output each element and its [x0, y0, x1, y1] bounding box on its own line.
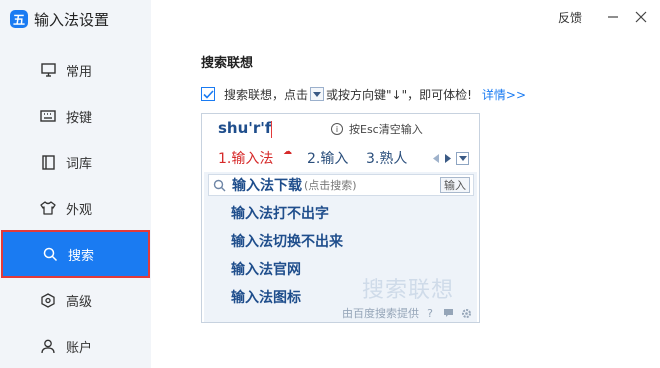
candidate-pager [430, 151, 469, 165]
monitor-icon [40, 62, 56, 78]
shirt-icon [40, 200, 56, 216]
expand-candidates-icon[interactable] [456, 151, 469, 165]
close-button[interactable] [632, 8, 650, 26]
section-title: 搜索联想 [201, 56, 254, 71]
minimize-icon [608, 16, 618, 18]
text-caret [271, 121, 272, 138]
composition-row: shu'r'f i 按Esc清空输入 [202, 114, 479, 144]
sidebar-item-search[interactable]: 搜索 [1, 230, 150, 278]
app-title: 输入法设置 [34, 10, 110, 29]
info-icon: i [331, 123, 343, 135]
title-bar: 反馈 [558, 0, 660, 34]
sidebar-item-lexicon[interactable]: 词库 [0, 139, 151, 185]
keyboard-icon [40, 108, 56, 124]
candidate-3[interactable]: 3.熟人 [366, 148, 407, 168]
suggestion-item[interactable]: 输入法打不出字 [231, 203, 329, 223]
dropdown-arrow-icon [310, 87, 325, 101]
suggestion-head-text: 输入法下载 [232, 178, 302, 194]
suggestion-item[interactable]: 输入法官网 [231, 259, 301, 279]
watermark: 搜索联想 [362, 278, 455, 303]
sidebar-item-advanced[interactable]: 高级 [0, 277, 151, 323]
book-icon [40, 154, 56, 170]
sidebar-item-label: 账户 [66, 340, 93, 356]
sidebar-item-appearance[interactable]: 外观 [0, 185, 151, 231]
hexagon-icon [40, 292, 56, 308]
app-logo-icon: 五 [10, 10, 28, 28]
search-suggest-checkbox[interactable] [201, 87, 215, 101]
esc-hint-text: 按Esc清空输入 [349, 123, 423, 136]
prev-page-icon[interactable] [430, 151, 442, 165]
sidebar-item-keys[interactable]: 按键 [0, 93, 151, 139]
sidebar-item-label: 高级 [66, 294, 93, 310]
sidebar-item-label: 词库 [66, 156, 93, 172]
search-icon [212, 179, 226, 192]
next-page-icon[interactable] [442, 151, 454, 165]
option-text-after: 或按方向键"↓"，即可体检! [326, 87, 472, 102]
search-suggest-option: 搜索联想，点击 或按方向键"↓"，即可体检! 详情>> [201, 85, 526, 103]
sidebar-item-account[interactable]: 账户 [0, 323, 151, 368]
checkmark-icon [202, 89, 214, 99]
candidate-2[interactable]: 2.输入 [307, 148, 348, 168]
sidebar-item-common[interactable]: 常用 [0, 47, 151, 93]
sidebar-item-label: 搜索 [68, 248, 95, 264]
close-icon [635, 11, 647, 23]
cloud-icon: ☁ [283, 147, 292, 157]
provider-text: 由百度搜索提供 [342, 307, 419, 320]
option-text-before: 搜索联想，点击 [224, 87, 309, 102]
suggestion-footer: 由百度搜索提供 ? [202, 304, 479, 322]
feedback-link[interactable]: 反馈 [558, 9, 582, 26]
gear-icon[interactable] [459, 306, 473, 320]
sidebar: 五 输入法设置 常用 按键 词库 外观 搜索 高级 账户 [0, 0, 151, 368]
minimize-button[interactable] [604, 8, 622, 26]
details-link[interactable]: 详情>> [482, 86, 526, 103]
suggestion-head-hint: (点击搜索) [304, 179, 357, 192]
search-icon [42, 246, 58, 262]
candidate-1[interactable]: 1.输入法 [218, 148, 273, 168]
suggestion-item[interactable]: 输入法切换不出来 [231, 231, 343, 251]
sidebar-item-label: 外观 [66, 202, 93, 218]
sidebar-item-label: 常用 [66, 64, 93, 80]
suggestion-input-button[interactable]: 输入 [440, 177, 470, 193]
search-suggestion-box: 输入法下载 (点击搜索) 输入 输入法打不出字 输入法切换不出来 输入法官网 输… [204, 172, 477, 322]
ime-preview-panel: shu'r'f i 按Esc清空输入 1.输入法 ☁ 2.输入 3.熟人 输入法… [201, 113, 480, 323]
comment-icon[interactable] [441, 306, 455, 320]
sidebar-item-label: 按键 [66, 110, 93, 126]
composition-text: shu'r'f [218, 119, 272, 137]
candidate-row: 1.输入法 ☁ 2.输入 3.熟人 [202, 144, 479, 172]
brand: 五 输入法设置 [10, 8, 109, 30]
help-icon[interactable]: ? [423, 306, 437, 320]
user-icon [40, 338, 56, 354]
search-suggestion-head[interactable]: 输入法下载 (点击搜索) 输入 [208, 174, 474, 196]
esc-hint: i 按Esc清空输入 [331, 121, 423, 137]
